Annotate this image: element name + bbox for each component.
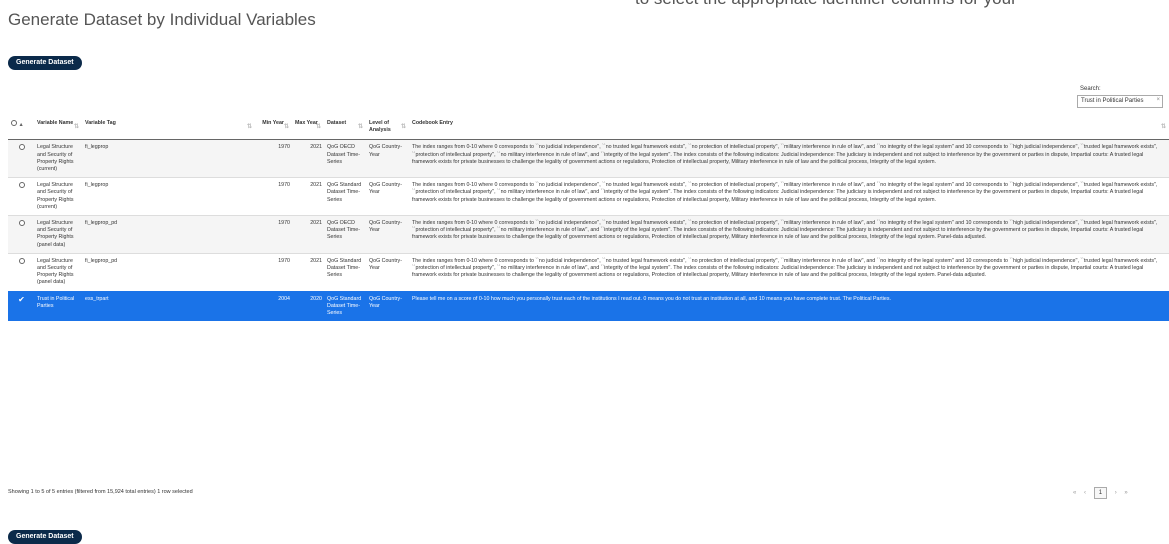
- column-header-codebook[interactable]: Codebook Entry ⇅: [409, 117, 1169, 141]
- sort-icon: ⇅: [400, 124, 406, 130]
- cell-max-year: 2021: [292, 139, 324, 178]
- radio-icon[interactable]: [18, 220, 25, 227]
- cell-variable-tag: ess_trpart: [82, 290, 255, 322]
- cell-min-year: 1970: [255, 177, 292, 216]
- cell-codebook: The index ranges from 0-10 where 0 corre…: [409, 252, 1169, 292]
- radio-icon[interactable]: [18, 182, 25, 189]
- sort-icon: ⇅: [73, 124, 79, 130]
- column-header-min-year[interactable]: Min Year ⇅: [255, 117, 292, 141]
- variables-table: ▲ Variable Name ⇅ Variable Tag ⇅ Min Year ⇅…: [8, 117, 1169, 322]
- previous-page-icon[interactable]: ‹: [1084, 490, 1086, 496]
- select-all-radio-icon[interactable]: [11, 120, 17, 126]
- page-title: Generate Dataset by Individual Variables: [8, 10, 316, 29]
- cell-max-year: 2021: [292, 177, 324, 216]
- generate-dataset-button-top[interactable]: Generate Dataset: [8, 56, 82, 70]
- row-select-cell[interactable]: [8, 215, 34, 254]
- table-row[interactable]: Legal Structure and Security of Property…: [8, 139, 1169, 178]
- sort-icon: ⇅: [283, 124, 289, 130]
- cell-level: QoG Country-Year: [366, 252, 409, 292]
- column-header-max-year[interactable]: Max Year ⇅: [292, 117, 324, 141]
- next-page-icon[interactable]: ›: [1115, 490, 1117, 496]
- table-header-row: ▲ Variable Name ⇅ Variable Tag ⇅ Min Year ⇅…: [8, 117, 1169, 141]
- cell-variable-name: Legal Structure and Security of Property…: [34, 177, 82, 216]
- sort-icon: ⇅: [315, 124, 321, 130]
- cell-variable-tag: fi_legprop_pd: [82, 215, 255, 254]
- cell-level: QoG Country-Year: [366, 290, 409, 322]
- search-input[interactable]: Trust in Political Parties ×: [1077, 95, 1163, 108]
- search-label: Search:: [1080, 86, 1101, 92]
- cell-level: QoG Country-Year: [366, 215, 409, 254]
- checkmark-icon[interactable]: ✔: [18, 295, 25, 304]
- search-input-value: Trust in Political Parties: [1081, 98, 1144, 104]
- instruction-text: to select the appropriate identifier col…: [635, 0, 1017, 9]
- table-row[interactable]: Legal Structure and Security of Property…: [8, 252, 1169, 292]
- sort-icon: ⇅: [1160, 124, 1166, 130]
- cell-codebook: Please tell me on a score of 0-10 how mu…: [409, 290, 1169, 322]
- column-header-dataset[interactable]: Dataset ⇅: [324, 117, 366, 141]
- table-row-selected[interactable]: ✔ Trust in Political Parties ess_trpart …: [8, 290, 1169, 322]
- clear-search-icon[interactable]: ×: [1156, 97, 1160, 103]
- column-header-select[interactable]: ▲: [8, 117, 34, 141]
- cell-dataset: QoG Standard Dataset Time-Series: [324, 290, 366, 322]
- page-1-button[interactable]: 1: [1093, 487, 1108, 499]
- sort-icon: ⇅: [357, 124, 363, 130]
- cell-codebook: The index ranges from 0-10 where 0 corre…: [409, 139, 1169, 178]
- cell-level: QoG Country-Year: [366, 139, 409, 178]
- row-select-cell[interactable]: ✔: [8, 290, 34, 322]
- cell-max-year: 2021: [292, 252, 324, 292]
- column-header-variable-name[interactable]: Variable Name ⇅: [34, 117, 82, 141]
- pagination: « ‹ 1 › »: [1070, 487, 1131, 499]
- cell-max-year: 2021: [292, 215, 324, 254]
- table-row[interactable]: Legal Structure and Security of Property…: [8, 215, 1169, 254]
- cell-min-year: 2004: [255, 290, 292, 322]
- cell-variable-name: Trust in Political Parties: [34, 290, 82, 322]
- cell-variable-name: Legal Structure and Security of Property…: [34, 252, 82, 292]
- cell-variable-tag: fi_legprop: [82, 177, 255, 216]
- radio-icon[interactable]: [18, 257, 25, 264]
- table-info: Showing 1 to 5 of 5 entries (filtered fr…: [8, 489, 193, 495]
- cell-dataset: QoG Standard Dataset Time-Series: [324, 252, 366, 292]
- cell-max-year: 2020: [292, 290, 324, 322]
- cell-min-year: 1970: [255, 215, 292, 254]
- sort-icon: ⇅: [246, 124, 252, 130]
- cell-codebook: The index ranges from 0-10 where 0 corre…: [409, 177, 1169, 216]
- column-header-level[interactable]: Level of Analysis ⇅: [366, 117, 409, 141]
- cell-level: QoG Country-Year: [366, 177, 409, 216]
- cell-dataset: QoG OECD Dataset Time-Series: [324, 139, 366, 178]
- cell-min-year: 1970: [255, 139, 292, 178]
- cell-min-year: 1970: [255, 252, 292, 292]
- first-page-icon[interactable]: «: [1073, 490, 1076, 496]
- cell-dataset: QoG OECD Dataset Time-Series: [324, 215, 366, 254]
- cell-dataset: QoG Standard Dataset Time-Series: [324, 177, 366, 216]
- row-select-cell[interactable]: [8, 139, 34, 178]
- radio-icon[interactable]: [18, 144, 25, 151]
- cell-variable-name: Legal Structure and Security of Property…: [34, 139, 82, 178]
- column-header-variable-tag[interactable]: Variable Tag ⇅: [82, 117, 255, 141]
- row-select-cell[interactable]: [8, 177, 34, 216]
- cell-codebook: The index ranges from 0-10 where 0 corre…: [409, 215, 1169, 254]
- cell-variable-name: Legal Structure and Security of Property…: [34, 215, 82, 254]
- row-select-cell[interactable]: [8, 252, 34, 292]
- cell-variable-tag: fi_legprop: [82, 139, 255, 178]
- table-row[interactable]: Legal Structure and Security of Property…: [8, 177, 1169, 216]
- last-page-icon[interactable]: »: [1124, 490, 1127, 496]
- cell-variable-tag: fi_legprop_pd: [82, 252, 255, 292]
